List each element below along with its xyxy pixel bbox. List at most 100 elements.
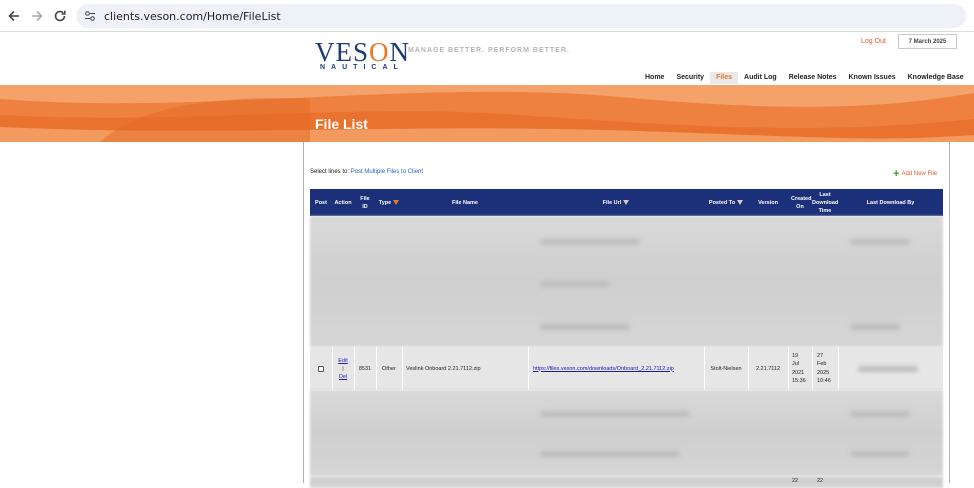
col-divider [402, 347, 403, 390]
table-row: Edit | Del 8531 Other Veslink Onboard 2.… [310, 347, 943, 390]
col-version[interactable]: Version [748, 189, 788, 216]
col-divider [704, 347, 705, 390]
created-on-cell: 19 Jul 2021 15:36 [792, 347, 812, 390]
nav-knowledge-base[interactable]: Knowledge Base [902, 72, 970, 84]
blurred-content [540, 324, 630, 330]
created-year: 2021 [792, 369, 805, 376]
col-created-on[interactable]: Created On [788, 189, 812, 216]
filter-icon[interactable] [393, 200, 400, 205]
blurred-content [540, 239, 640, 245]
partial-created-day: 22 [792, 478, 799, 484]
file-name-cell: Veslink Onboard 2.21.7112.zip [406, 365, 481, 372]
logo-text-end: N [389, 37, 411, 67]
filter-icon[interactable] [623, 200, 630, 205]
post-multiple-files-link[interactable]: Post Multiple Files to Client [351, 169, 423, 175]
post-cell [310, 347, 332, 390]
filter-icon[interactable] [737, 200, 744, 205]
nav-release-notes[interactable]: Release Notes [783, 72, 843, 84]
plus-icon: + [893, 168, 900, 180]
table-row-blurred [310, 476, 943, 488]
nav-known-issues[interactable]: Known Issues [843, 72, 902, 84]
add-new-file-label: Add New File [901, 171, 938, 177]
logo-subtext: NAUTICAL [320, 64, 404, 71]
col-version-label: Version [758, 199, 778, 206]
col-file-url[interactable]: File Url [528, 189, 704, 216]
nav-files[interactable]: Files [710, 72, 739, 84]
col-created-on-label: Created On [791, 195, 812, 210]
blurred-content [858, 365, 918, 372]
col-file-id[interactable]: File ID [354, 189, 376, 216]
address-bar[interactable]: clients.veson.com/Home/FileList [76, 4, 966, 28]
col-last-download-by-label: Last Download By [866, 199, 915, 206]
col-type[interactable]: Type [376, 189, 402, 216]
tagline: MANAGE BETTER. PERFORM BETTER. [408, 47, 570, 54]
col-posted-to-label: Posted To [708, 199, 736, 206]
col-type-label: Type [378, 199, 392, 206]
col-last-download-by[interactable]: Last Download By [838, 189, 943, 216]
browser-toolbar: clients.veson.com/Home/FileList [0, 0, 974, 31]
file-table: Post Action File ID Type File Name File … [310, 189, 943, 488]
logout-link[interactable]: Log Out [861, 38, 886, 45]
nav-audit-log[interactable]: Audit Log [738, 72, 783, 84]
col-divider [332, 347, 333, 390]
edit-link[interactable]: Edit [338, 357, 347, 365]
main-nav: Home Security Files Audit Log Release No… [639, 72, 970, 84]
type-cell: Other [382, 365, 396, 372]
post-checkbox[interactable] [318, 365, 324, 372]
action-separator: | [342, 365, 344, 372]
page-title: File List [315, 116, 368, 132]
select-lines-prefix: Select lines to: [310, 169, 350, 175]
col-post: Post [310, 189, 332, 216]
blurred-content [850, 451, 910, 457]
file-url-link[interactable]: https://files.veson.com/downloads/Onboar… [533, 366, 674, 372]
created-month: Jul [792, 361, 800, 367]
file-id-cell: 8531 [358, 365, 372, 372]
logo-text: VES [315, 37, 370, 67]
blurred-content [850, 411, 910, 417]
site-info-icon[interactable] [82, 8, 98, 24]
col-last-download-time[interactable]: Last Download Time [812, 189, 838, 216]
blurred-content [850, 324, 900, 330]
col-divider [376, 347, 377, 390]
col-file-name[interactable]: File Name [402, 189, 528, 216]
veson-logo[interactable]: VESON NAUTICAL [315, 37, 411, 72]
last-download-time: 10:46 [817, 378, 831, 384]
col-post-label: Post [315, 199, 327, 206]
last-download-by-cell [838, 347, 943, 390]
page-banner: File List [0, 85, 974, 142]
col-posted-to[interactable]: Posted To [704, 189, 748, 216]
created-time: 15:36 [792, 378, 806, 384]
col-file-url-label: File Url [602, 199, 622, 206]
col-action: Action [332, 189, 354, 216]
site-header: VESON NAUTICAL MANAGE BETTER. PERFORM BE… [0, 32, 974, 85]
col-file-name-label: File Name [452, 199, 478, 206]
logo-o: O [369, 37, 390, 67]
forward-arrow-icon[interactable] [25, 4, 49, 28]
file-url-cell: https://files.veson.com/downloads/Onboar… [533, 347, 703, 390]
action-cell: Edit | Del [332, 347, 354, 390]
col-divider [748, 347, 749, 390]
blurred-content [540, 451, 680, 457]
col-divider [788, 347, 789, 390]
nav-security[interactable]: Security [670, 72, 710, 84]
table-header: Post Action File ID Type File Name File … [310, 189, 943, 216]
blurred-content [540, 411, 690, 417]
nav-home[interactable]: Home [639, 72, 670, 84]
col-divider [812, 347, 813, 390]
col-divider [354, 347, 355, 390]
last-download-year: 2025 [817, 369, 830, 376]
posted-to-cell: Stolt-Nielsen [710, 365, 742, 372]
back-arrow-icon[interactable] [2, 4, 26, 28]
add-new-file-button[interactable]: + Add New File [893, 168, 937, 180]
blurred-content [850, 239, 910, 245]
col-divider [528, 347, 529, 390]
reload-icon[interactable] [48, 4, 72, 28]
delete-link[interactable]: Del [339, 373, 347, 381]
created-day: 19 [792, 352, 799, 359]
last-download-time-cell: 27 Feb 2025 10:46 [817, 347, 837, 390]
table-row-blurred [310, 390, 943, 476]
select-lines-label: Select lines to: Post Multiple Files to … [310, 169, 423, 175]
col-file-id-label: File ID [360, 195, 370, 210]
last-download-month: Feb [817, 361, 827, 367]
col-action-label: Action [334, 199, 352, 206]
